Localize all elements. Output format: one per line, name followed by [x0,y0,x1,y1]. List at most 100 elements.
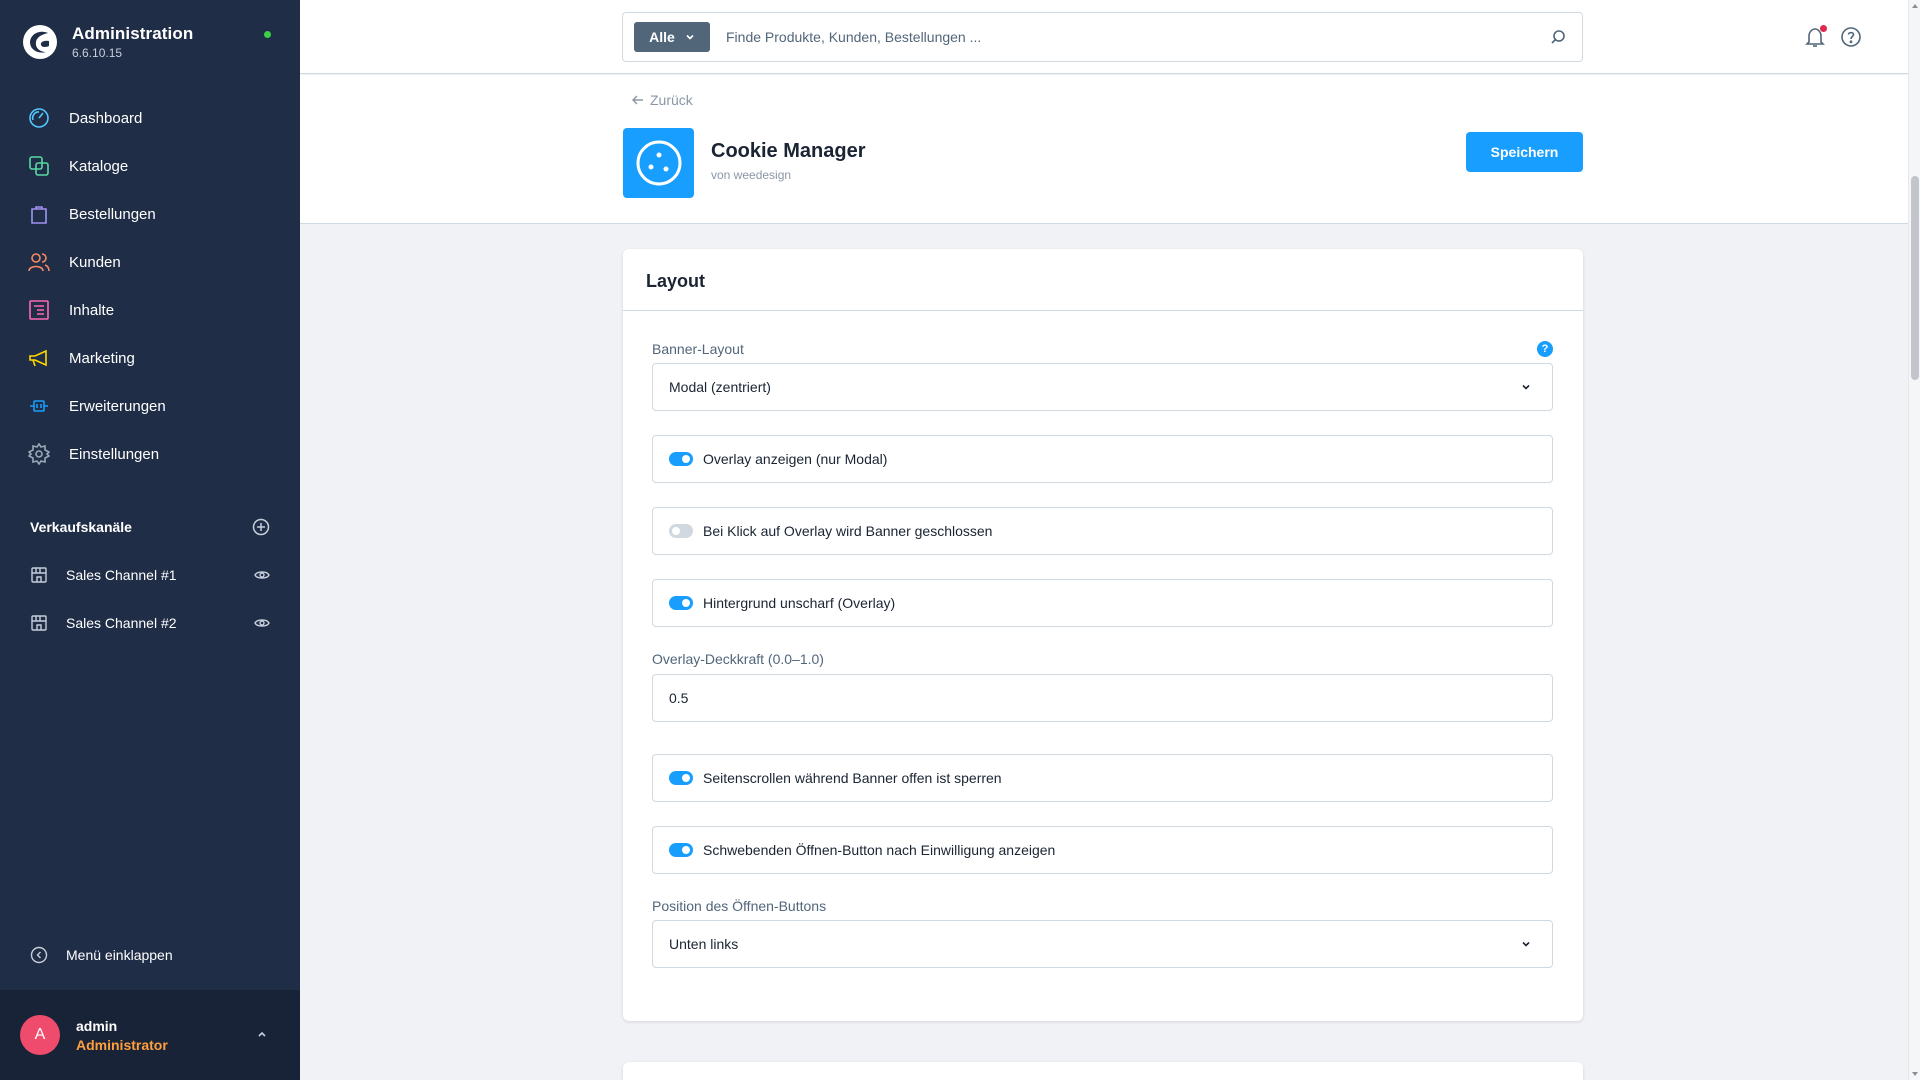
megaphone-icon [29,349,47,367]
toggle-blur-background[interactable]: Hintergrund unscharf (Overlay) [652,579,1553,627]
toggle-switch[interactable] [669,771,693,785]
nav-item-dashboard[interactable]: Dashboard [0,94,300,142]
nav-label: Bestellungen [69,205,156,223]
nav-label: Kunden [69,253,121,271]
topbar: Alle [300,0,1908,74]
position-select[interactable]: Unten links [652,920,1553,968]
storefront-icon [31,567,47,583]
storefront-icon [31,615,47,631]
chevron-down-icon [1522,384,1530,390]
toggle-switch[interactable] [669,524,693,538]
page-scrollbar[interactable] [1908,0,1920,1080]
toggle-overlay[interactable]: Overlay anzeigen (nur Modal) [652,435,1553,483]
banner-layout-label: Banner-Layout [652,341,744,357]
toggle-label: Bei Klick auf Overlay wird Banner geschl… [703,523,993,539]
eye-icon[interactable] [254,615,270,631]
sales-channels-title: Verkaufskanäle [30,519,132,535]
nav-label: Dashboard [69,109,143,127]
nav-label: Erweiterungen [69,397,166,415]
arrow-left-icon [632,95,643,105]
customers-icon [28,253,50,272]
plugin-icon [623,128,694,198]
nav-item-customers[interactable]: Kunden [0,238,300,286]
info-icon[interactable]: ? [1537,341,1553,357]
eye-icon[interactable] [254,567,270,583]
scroll-down-icon[interactable] [1911,1070,1919,1078]
user-menu[interactable]: A admin Administrator [0,990,300,1080]
position-value: Unten links [669,936,739,952]
toggle-floating-button[interactable]: Schwebenden Öffnen-Button nach Einwillig… [652,826,1553,874]
sales-channel-list: Sales Channel #1 Sales Channel #2 [0,551,300,647]
search-icon[interactable] [1550,29,1566,45]
avatar: A [20,1015,60,1055]
notifications-button[interactable] [1804,25,1827,53]
position-label: Position des Öffnen-Buttons [652,898,827,914]
global-search: Alle [622,12,1583,62]
back-link[interactable]: Zurück [632,92,693,108]
plugin-vendor: von weedesign [711,168,792,182]
toggle-label: Overlay anzeigen (nur Modal) [703,451,888,467]
opacity-label: Overlay-Deckkraft (0.0–1.0) [652,651,824,667]
chevron-down-icon [686,34,694,40]
dashboard-icon [29,108,49,128]
user-role: Administrator [76,1036,168,1053]
sales-channels-header: Verkaufskanäle [30,518,270,536]
help-button[interactable] [1840,26,1862,53]
plugin-name: Cookie Manager [711,140,866,162]
search-type-label: Alle [649,29,675,45]
search-input[interactable] [726,29,1550,45]
chevron-left-circle-icon [30,946,48,964]
toggle-label: Seitenscrollen während Banner offen ist … [703,770,1002,786]
toggle-switch[interactable] [669,843,693,857]
user-name: admin [76,1017,118,1034]
bag-icon [31,206,47,224]
sales-channel-item[interactable]: Sales Channel #1 [0,551,300,599]
nav-item-extensions[interactable]: Erweiterungen [0,382,300,430]
toggle-switch[interactable] [669,452,693,466]
banner-layout-select[interactable]: Modal (zentriert) [652,363,1553,411]
content-icon [29,300,49,320]
banner-layout-value: Modal (zentriert) [669,379,771,395]
brand[interactable]: Administration 6.6.10.15 [22,24,193,60]
plug-icon [30,400,48,412]
nav-label: Einstellungen [69,445,160,463]
nav-item-settings[interactable]: Einstellungen [0,430,300,478]
status-indicator [264,31,271,38]
toggle-label: Hintergrund unscharf (Overlay) [703,595,896,611]
help-icon [1841,27,1861,47]
nav-item-orders[interactable]: Bestellungen [0,190,300,238]
opacity-value: 0.5 [669,690,689,706]
layout-card: Layout Banner-Layout ? Modal (zentriert)… [623,249,1583,1021]
opacity-input[interactable]: 0.5 [652,674,1553,722]
toggle-label: Schwebenden Öffnen-Button nach Einwillig… [703,842,1056,858]
brand-version: 6.6.10.15 [72,46,123,60]
page-header: Zurück Cookie Manager von weedesign Spei… [300,75,1908,224]
chevron-down-icon [1522,941,1530,947]
sales-channel-item[interactable]: Sales Channel #2 [0,599,300,647]
nav-label: Inhalte [69,301,115,319]
nav-item-catalog[interactable]: Kataloge [0,142,300,190]
catalog-icon [29,156,49,176]
toggle-overlay-click-close[interactable]: Bei Klick auf Overlay wird Banner geschl… [652,507,1553,555]
scroll-thumb[interactable] [1911,176,1919,380]
nav-item-marketing[interactable]: Marketing [0,334,300,382]
scroll-up-icon[interactable] [1911,2,1919,10]
collapse-menu-button[interactable]: Menü einklappen [30,946,173,964]
nav-label: Kataloge [69,157,129,175]
back-label: Zurück [650,92,693,108]
shopware-logo-icon [23,25,57,59]
gear-icon [28,443,50,465]
cookie-icon [636,140,681,186]
toggle-lock-scroll[interactable]: Seitenscrollen während Banner offen ist … [652,754,1553,802]
sales-channel-label: Sales Channel #1 [66,567,177,583]
search-type-select[interactable]: Alle [634,22,710,52]
add-circle-icon[interactable] [252,518,270,536]
sidebar: Administration 6.6.10.15 Dashboard Katal… [0,0,300,1080]
nav-item-content[interactable]: Inhalte [0,286,300,334]
brand-title: Administration [72,24,194,43]
toggle-switch[interactable] [669,596,693,610]
sales-channel-label: Sales Channel #2 [66,615,177,631]
save-button[interactable]: Speichern [1466,132,1583,172]
main-nav: Dashboard Kataloge Bestellungen Kunden I… [0,94,300,478]
card-divider [623,310,1583,311]
